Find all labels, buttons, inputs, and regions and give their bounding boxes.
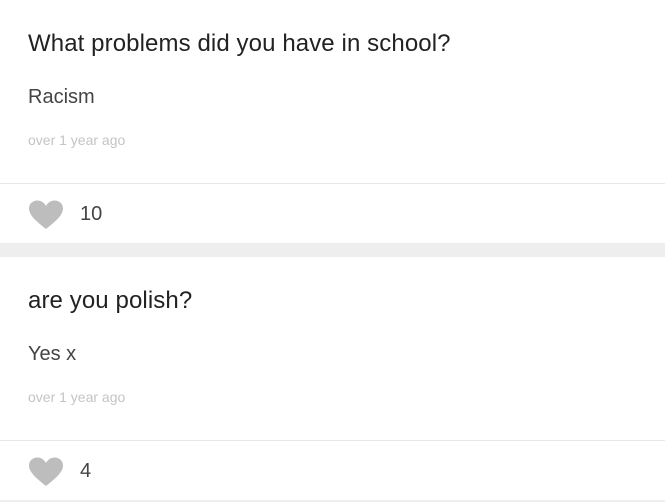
heart-icon bbox=[29, 200, 63, 229]
timestamp[interactable]: over 1 year ago bbox=[28, 132, 125, 148]
answer-card-footer: 10 bbox=[0, 184, 665, 243]
answer-text: Racism bbox=[28, 86, 95, 108]
answer-card: are you polish? Yes x over 1 year ago 4 bbox=[0, 257, 665, 500]
question-text[interactable]: are you polish? bbox=[28, 287, 192, 315]
card-separator bbox=[0, 243, 665, 257]
answer-card-body: What problems did you have in school? Ra… bbox=[0, 0, 665, 184]
answers-feed: What problems did you have in school? Ra… bbox=[0, 0, 665, 502]
answer-card-body: are you polish? Yes x over 1 year ago bbox=[0, 257, 665, 441]
like-button[interactable] bbox=[28, 457, 64, 487]
like-count: 4 bbox=[80, 460, 92, 482]
answer-card-footer: 4 bbox=[0, 441, 665, 500]
like-count: 10 bbox=[80, 203, 103, 225]
answer-card: What problems did you have in school? Ra… bbox=[0, 0, 665, 243]
question-text[interactable]: What problems did you have in school? bbox=[28, 30, 451, 58]
like-button[interactable] bbox=[28, 200, 64, 230]
answer-text: Yes x bbox=[28, 343, 77, 365]
heart-icon bbox=[29, 457, 63, 486]
timestamp[interactable]: over 1 year ago bbox=[28, 389, 125, 405]
